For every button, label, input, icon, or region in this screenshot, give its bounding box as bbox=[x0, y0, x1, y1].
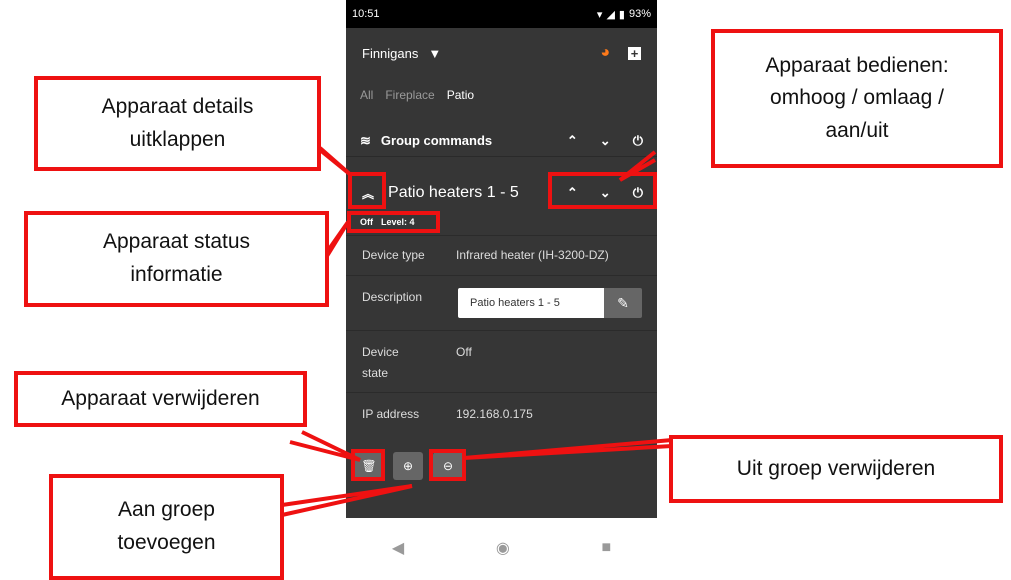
callout-delete: Apparaat verwijderen bbox=[14, 371, 307, 427]
connector-add bbox=[281, 484, 413, 517]
callout-controls-line3: aan/uit bbox=[825, 118, 889, 142]
connector-status bbox=[325, 220, 350, 258]
callout-add-line2: toevoegen bbox=[117, 531, 216, 554]
callout-status-line2: informatie bbox=[130, 263, 223, 286]
callout-status: Apparaat status informatie bbox=[24, 211, 329, 307]
callout-status-line1: Apparaat status bbox=[102, 230, 251, 254]
callout-expand-line1: Apparaat details bbox=[101, 94, 254, 118]
callout-add: Aan groep toevoegen bbox=[49, 474, 284, 580]
callout-controls: Apparaat bedienen: omhoog / omlaag / aan… bbox=[711, 29, 1003, 168]
callout-delete-text: Apparaat verwijderen bbox=[61, 386, 260, 410]
callout-controls-line2: omhoog / omlaag / bbox=[770, 86, 944, 110]
connector-expand bbox=[318, 146, 354, 178]
callout-expand-line2: uitklappen bbox=[129, 127, 226, 151]
connector-controls bbox=[618, 150, 657, 182]
connector-remove bbox=[463, 438, 673, 460]
callout-expand: Apparaat details uitklappen bbox=[34, 76, 321, 171]
callout-remove-group-text: Uit groep verwijderen bbox=[736, 456, 936, 480]
callout-add-line1: Aan groep bbox=[118, 498, 215, 522]
callout-remove-group: Uit groep verwijderen bbox=[669, 435, 1003, 503]
connector-delete bbox=[289, 430, 361, 462]
callout-controls-line1: Apparaat bedienen: bbox=[765, 53, 949, 77]
